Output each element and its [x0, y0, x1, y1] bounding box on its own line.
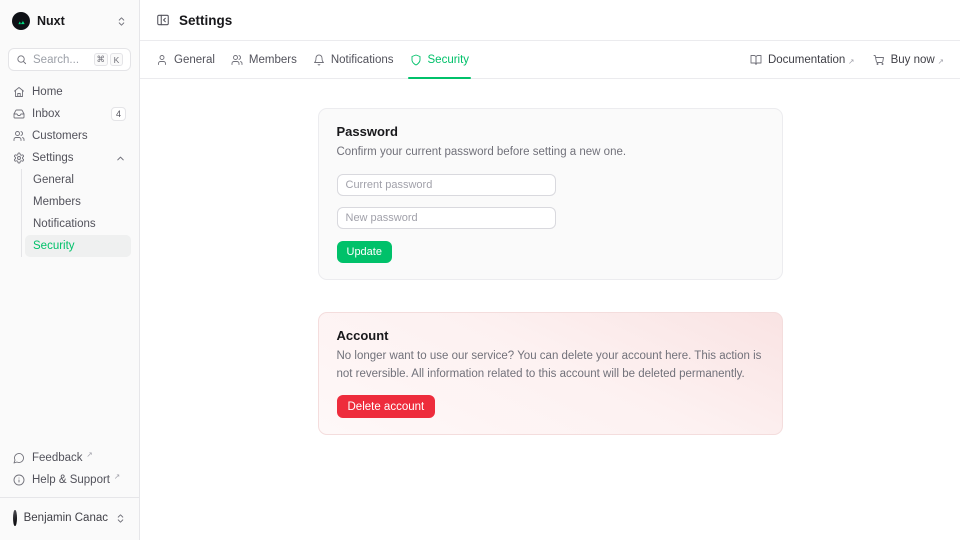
cart-icon	[873, 54, 885, 66]
search-placeholder: Search...	[33, 54, 79, 66]
tab-label: Notifications	[331, 54, 394, 66]
account-card-description: No longer want to use our service? You c…	[337, 348, 764, 384]
sidebar-item-help-support[interactable]: Help & Support ↗	[8, 469, 131, 491]
tab-notifications[interactable]: Notifications	[313, 41, 394, 78]
user-avatar	[13, 510, 17, 526]
gear-icon	[13, 152, 25, 164]
chat-bubble-icon	[13, 452, 25, 464]
person-icon	[156, 54, 168, 66]
sidebar-item-feedback[interactable]: Feedback ↗	[8, 447, 131, 469]
inbox-count-badge: 4	[111, 107, 126, 121]
sidebar-subitem-notifications[interactable]: Notifications	[25, 213, 131, 235]
sidebar-item-label: Feedback	[32, 452, 83, 464]
toolbar-link-label: Documentation	[768, 54, 845, 66]
settings-security-panel: Password Confirm your current password b…	[140, 79, 960, 540]
chevron-up-icon	[115, 153, 126, 164]
nuxt-logo-icon	[12, 12, 30, 30]
book-open-icon	[750, 54, 762, 66]
external-link-arrow: ↗	[848, 57, 854, 66]
sidebar-subitem-general[interactable]: General	[25, 169, 131, 191]
sidebar: Nuxt Search... ⌘ K Home Inbox 4 Cu	[0, 0, 140, 540]
password-card: Password Confirm your current password b…	[318, 108, 783, 280]
tab-label: General	[174, 54, 215, 66]
new-password-field[interactable]	[337, 207, 556, 229]
current-password-field[interactable]	[337, 174, 556, 196]
sidebar-item-label: Members	[33, 196, 81, 208]
sidebar-item-label: Home	[32, 86, 63, 98]
sidebar-item-label: Settings	[32, 152, 74, 164]
inbox-icon	[13, 108, 25, 120]
sidebar-item-home[interactable]: Home	[8, 81, 131, 103]
sidebar-item-label: Security	[33, 240, 75, 252]
sidebar-item-customers[interactable]: Customers	[8, 125, 131, 147]
sidebar-item-inbox[interactable]: Inbox 4	[8, 103, 131, 125]
search-shortcut: ⌘ K	[94, 53, 124, 66]
home-icon	[13, 86, 25, 98]
tab-label: Members	[249, 54, 297, 66]
collapse-sidebar-icon[interactable]	[156, 13, 170, 27]
settings-tabs: General Members Notifications Security	[156, 41, 469, 78]
sidebar-subitem-security[interactable]: Security	[25, 235, 131, 257]
app-window: Nuxt Search... ⌘ K Home Inbox 4 Cu	[0, 0, 960, 540]
delete-account-button[interactable]: Delete account	[337, 395, 436, 418]
users-icon	[231, 54, 243, 66]
external-link-arrow: ↗	[114, 472, 120, 481]
sidebar-item-label: Notifications	[33, 218, 96, 230]
sidebar-item-label: Help & Support	[32, 474, 110, 486]
shield-icon	[410, 54, 422, 66]
external-link-arrow: ↗	[938, 57, 944, 66]
search-icon	[16, 54, 27, 65]
buy-now-link[interactable]: Buy now ↗	[873, 54, 944, 66]
page-header: Settings	[140, 0, 960, 41]
kbd-k: K	[110, 53, 123, 66]
sidebar-item-label: Customers	[32, 130, 88, 142]
user-menu[interactable]: Benjamin Canac	[8, 498, 131, 532]
user-name: Benjamin Canac	[24, 512, 108, 524]
main-area: Settings General Members Notifications	[140, 0, 960, 540]
tabs-bar: General Members Notifications Security	[140, 41, 960, 79]
tab-security[interactable]: Security	[410, 41, 470, 78]
users-icon	[13, 130, 25, 142]
sidebar-footer: Feedback ↗ Help & Support ↗	[8, 447, 131, 491]
password-card-description: Confirm your current password before set…	[337, 144, 764, 162]
tab-label: Security	[428, 54, 470, 66]
tab-general[interactable]: General	[156, 41, 215, 78]
info-circle-icon	[13, 474, 25, 486]
chevrons-up-down-icon	[116, 16, 127, 27]
header-toolbar: Documentation ↗ Buy now ↗	[750, 54, 944, 66]
toolbar-link-label: Buy now	[891, 54, 935, 66]
sidebar-item-settings[interactable]: Settings	[8, 147, 131, 169]
account-card-title: Account	[337, 328, 764, 343]
tab-members[interactable]: Members	[231, 41, 297, 78]
workspace-name: Nuxt	[37, 14, 65, 28]
sidebar-nav: Home Inbox 4 Customers Settings General	[8, 81, 131, 257]
password-card-title: Password	[337, 124, 764, 139]
sidebar-item-label: Inbox	[32, 108, 60, 120]
workspace-switcher[interactable]: Nuxt	[8, 8, 131, 34]
sidebar-subitem-members[interactable]: Members	[25, 191, 131, 213]
update-password-button[interactable]: Update	[337, 241, 392, 263]
chevrons-up-down-icon	[115, 513, 126, 524]
settings-subnav: General Members Notifications Security	[21, 169, 131, 257]
kbd-cmd: ⌘	[94, 53, 109, 66]
account-card: Account No longer want to use our servic…	[318, 312, 783, 436]
search-input[interactable]: Search... ⌘ K	[8, 48, 131, 71]
page-title: Settings	[179, 13, 232, 28]
bell-icon	[313, 54, 325, 66]
external-link-arrow: ↗	[87, 450, 93, 459]
documentation-link[interactable]: Documentation ↗	[750, 54, 855, 66]
sidebar-item-label: General	[33, 174, 74, 186]
